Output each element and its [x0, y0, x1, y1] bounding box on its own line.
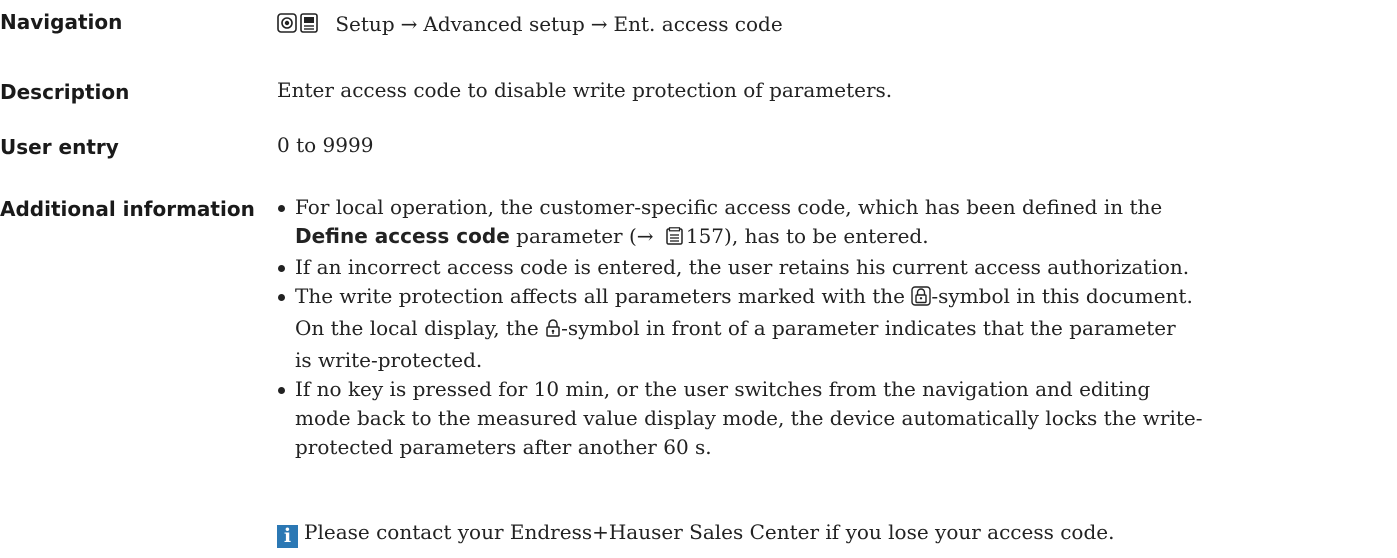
bullet3-line3: is write-protected.: [295, 348, 483, 372]
info-icon: i: [277, 525, 298, 548]
additional-information-label: Additional information: [0, 197, 255, 221]
breadcrumb-item-advanced-setup: Advanced setup: [423, 12, 585, 36]
write-protection-symbol-icon: [911, 285, 932, 314]
bullet1-line1: For local operation, the customer-specif…: [295, 195, 1163, 219]
user-entry-value: 0 to 9999: [277, 133, 374, 157]
bullet4-line1: If no key is pressed for 10 min, or the …: [295, 377, 1151, 401]
bullet3-line2-b: -symbol in front of a parameter indicate…: [561, 316, 1176, 340]
bullet3-line1-b: -symbol in this document.: [931, 284, 1193, 308]
bullet3-line2-a: On the local display, the: [295, 316, 546, 340]
navigation-path: Setup → Advanced setup → Ent. access code: [277, 10, 1387, 41]
bullet3-line1-a: The write protection affects all paramet…: [295, 284, 912, 308]
list-item: For local operation, the customer-specif…: [277, 193, 1387, 253]
description-label: Description: [0, 80, 130, 104]
bullet4-line2: mode back to the measured value display …: [295, 406, 1203, 430]
breadcrumb-separator: →: [400, 12, 418, 36]
bullet1-end: ), has to be entered.: [724, 224, 929, 248]
eye-display-icon: [277, 12, 297, 41]
user-entry-label: User entry: [0, 135, 119, 159]
define-access-code-param-name: Define access code: [295, 224, 510, 248]
description-text: Enter access code to disable write prote…: [277, 78, 893, 102]
page-reference-link[interactable]: 157: [686, 224, 724, 248]
additional-information-list: For local operation, the customer-specif…: [277, 193, 1387, 462]
lock-icon: [545, 317, 561, 346]
breadcrumb-item-setup: Setup: [335, 12, 395, 36]
bullet1-after-param: parameter (→: [509, 224, 660, 248]
bullet2-text: If an incorrect access code is entered, …: [295, 255, 1190, 279]
list-item: If no key is pressed for 10 min, or the …: [277, 375, 1387, 462]
book-page-icon: [666, 224, 683, 253]
breadcrumb-separator: →: [590, 12, 608, 36]
note-text: Please contact your Endress+Hauser Sales…: [304, 520, 1115, 544]
breadcrumb-item-ent-access-code: Ent. access code: [613, 12, 783, 36]
keypad-display-icon: [300, 12, 318, 41]
list-item: The write protection affects all paramet…: [277, 282, 1387, 375]
note: i Please contact your Endress+Hauser Sale…: [277, 518, 1387, 548]
additional-information-content: For local operation, the customer-specif…: [277, 193, 1387, 462]
navigation-label: Navigation: [0, 10, 123, 34]
list-item: If an incorrect access code is entered, …: [277, 253, 1387, 282]
bullet4-line3: protected parameters after another 60 s.: [295, 435, 712, 459]
